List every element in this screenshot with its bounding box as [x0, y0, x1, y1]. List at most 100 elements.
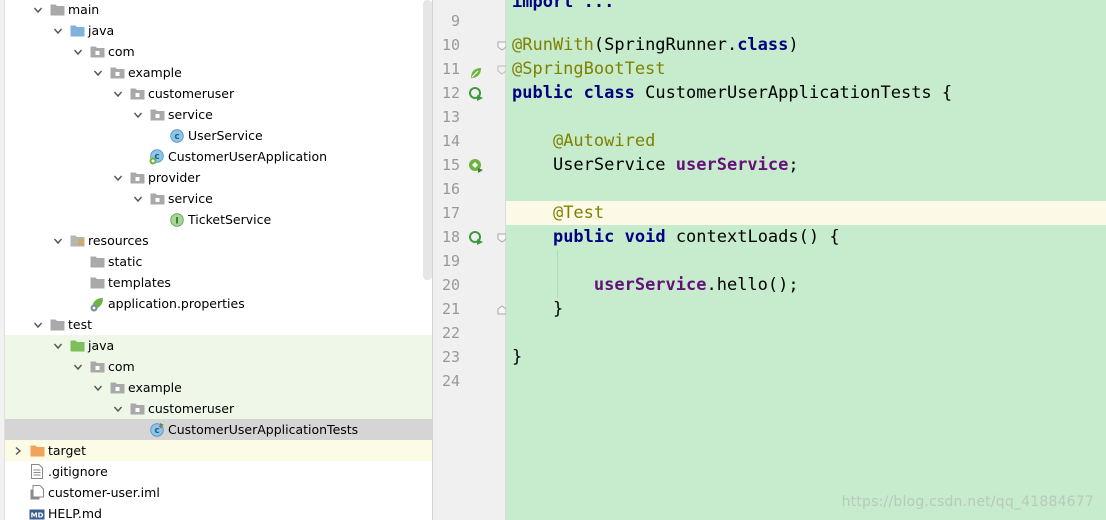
editor-gutter: 9 10 11 12 13 14 15 16 17 18 19 20 21 22 23 24: [433, 0, 507, 520]
tree-item-customeruserapplication[interactable]: c CustomerUserApplication: [5, 146, 432, 167]
autowired-navigation-icon[interactable]: [467, 157, 485, 175]
tree-item-label: service: [168, 191, 213, 206]
project-tree: main java com example customeruser service c Us…: [0, 0, 433, 520]
tree-item-resources[interactable]: resources: [5, 230, 432, 251]
annotation: @Test: [552, 203, 605, 223]
line-number[interactable]: 23: [433, 345, 460, 369]
chevron-down-icon[interactable]: [131, 108, 145, 122]
chevron-right-icon[interactable]: [11, 444, 25, 458]
tree-item-label: .gitignore: [48, 464, 108, 479]
tree-item-customeruserapplicationtests[interactable]: c CustomerUserApplicationTests: [5, 419, 432, 440]
tree-item-service[interactable]: service: [5, 188, 432, 209]
tree-item-java[interactable]: java: [5, 335, 432, 356]
run-test-method-icon[interactable]: [467, 229, 485, 247]
run-test-class-icon[interactable]: [467, 85, 485, 103]
chevron-down-icon[interactable]: [31, 3, 45, 17]
tree-item-label: HELP.md: [48, 506, 102, 520]
tree-item-application-properties[interactable]: application.properties: [5, 293, 432, 314]
chevron-down-icon[interactable]: [111, 87, 125, 101]
test-source-folder-icon: [69, 338, 85, 354]
tree-item-templates[interactable]: templates: [5, 272, 432, 293]
chevron-down-icon[interactable]: [31, 318, 45, 332]
tree-item-customeruser[interactable]: customeruser: [5, 398, 432, 419]
annotation: @Autowired: [552, 131, 656, 151]
chevron-down-icon[interactable]: [51, 24, 65, 38]
line-number[interactable]: 20: [433, 273, 460, 297]
code-text: (SpringRunner.: [593, 35, 738, 55]
keyword: void: [624, 227, 666, 247]
code-editor[interactable]: import ... @RunWith(SpringRunner.class) …: [506, 0, 1106, 520]
tree-item-customeruser[interactable]: customeruser: [5, 83, 432, 104]
code-line-15: UserService userService;: [512, 153, 1106, 177]
tree-item-label: com: [108, 359, 135, 374]
folder-icon: [89, 254, 105, 270]
keyword: class: [583, 83, 635, 103]
chevron-down-icon[interactable]: [111, 171, 125, 185]
tree-item-com[interactable]: com: [5, 356, 432, 377]
resources-folder-icon: [69, 233, 85, 249]
folder-icon: [49, 317, 65, 333]
folded-import[interactable]: import ...: [512, 0, 614, 12]
line-number[interactable]: 13: [433, 105, 460, 129]
tree-item-label: customer-user.iml: [48, 485, 160, 500]
code-line-20: userService.hello();: [512, 273, 1106, 297]
code-line-21: }: [512, 297, 1106, 321]
tree-item-label: CustomerUserApplication: [168, 149, 328, 164]
line-number[interactable]: 15: [433, 153, 460, 177]
spring-bean-icon[interactable]: [467, 64, 485, 82]
package-icon: [149, 191, 165, 207]
line-number[interactable]: 17: [433, 201, 460, 225]
tree-item-label: customeruser: [148, 401, 235, 416]
code-line-17-current: @Test: [506, 201, 1106, 225]
line-number[interactable]: 9: [433, 9, 460, 33]
package-icon: [129, 401, 145, 417]
method-declaration: contextLoads() {: [665, 227, 840, 247]
line-number[interactable]: 11: [433, 57, 460, 81]
tree-item-label: provider: [148, 170, 201, 185]
tree-item-label: test: [68, 317, 93, 332]
tree-item-label: resources: [88, 233, 149, 248]
chevron-down-icon[interactable]: [131, 192, 145, 206]
class-declaration: CustomerUserApplicationTests {: [634, 83, 953, 103]
tree-item-ticketservice[interactable]: I TicketService: [5, 209, 432, 230]
package-icon: [149, 107, 165, 123]
line-number[interactable]: 24: [433, 369, 460, 393]
tree-item-customer-user-iml[interactable]: customer-user.iml: [5, 482, 432, 503]
tree-item-gitignore[interactable]: .gitignore: [5, 461, 432, 482]
tree-item-java[interactable]: java: [5, 20, 432, 41]
line-number[interactable]: 10: [433, 33, 460, 57]
tree-item-main[interactable]: main: [5, 0, 432, 20]
line-number[interactable]: 12: [433, 81, 460, 105]
chevron-down-icon[interactable]: [91, 381, 105, 395]
tree-item-com[interactable]: com: [5, 41, 432, 62]
chevron-down-icon[interactable]: [71, 360, 85, 374]
line-number[interactable]: 22: [433, 321, 460, 345]
tree-item-test[interactable]: test: [5, 314, 432, 335]
line-number[interactable]: 16: [433, 177, 460, 201]
chevron-down-icon[interactable]: [51, 234, 65, 248]
line-number[interactable]: 19: [433, 249, 460, 273]
line-number[interactable]: 18: [433, 225, 460, 249]
tree-item-example[interactable]: example: [5, 62, 432, 83]
tree-item-help-md[interactable]: MD HELP.md: [5, 503, 432, 520]
code-line-14: @Autowired: [512, 129, 1106, 153]
tree-item-label: example: [128, 65, 182, 80]
tree-item-static[interactable]: static: [5, 251, 432, 272]
tree-item-target[interactable]: target: [5, 440, 432, 461]
package-icon: [129, 86, 145, 102]
chevron-down-icon[interactable]: [51, 339, 65, 353]
closing-brace: }: [552, 299, 564, 319]
line-number[interactable]: 14: [433, 129, 460, 153]
tree-item-label: service: [168, 107, 213, 122]
tree-item-userservice[interactable]: c UserService: [5, 125, 432, 146]
chevron-down-icon[interactable]: [91, 66, 105, 80]
tree-item-service[interactable]: service: [5, 104, 432, 125]
tree-item-provider[interactable]: provider: [5, 167, 432, 188]
tree-item-label: TicketService: [188, 212, 272, 227]
chevron-down-icon[interactable]: [111, 402, 125, 416]
tree-item-example[interactable]: example: [5, 377, 432, 398]
line-number[interactable]: 21: [433, 297, 460, 321]
tree-scrollbar[interactable]: [423, 0, 432, 280]
code-line-12: public class CustomerUserApplicationTest…: [512, 81, 1106, 105]
chevron-down-icon[interactable]: [71, 45, 85, 59]
